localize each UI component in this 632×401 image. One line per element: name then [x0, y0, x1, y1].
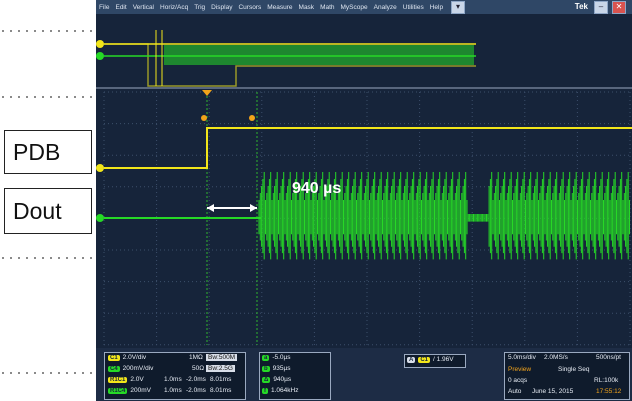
dotted-guide-4	[2, 372, 92, 374]
ov-ch1-marker[interactable]	[96, 40, 104, 48]
ch4-ground-marker[interactable]	[96, 214, 104, 222]
dout-label-text: Dout	[13, 197, 62, 224]
mode-acqs: 0 acqs	[508, 377, 528, 384]
overview-ch4-burst	[164, 45, 474, 65]
r1c4-t3: 8.01ms	[210, 387, 232, 394]
c4-impedance: 50Ω	[192, 365, 205, 372]
cursor-delta-value: 940µs	[273, 376, 292, 383]
c4-scale: 200mV/div	[122, 365, 154, 372]
mode-rl: RL:100k	[594, 377, 619, 384]
r1c4-t2: -2.0ms	[186, 387, 206, 394]
ov-ch4-marker[interactable]	[96, 52, 104, 60]
cursor-b-chip: b	[262, 366, 270, 372]
tb-tdiv: 5.0ms/div	[508, 354, 536, 361]
r1c4-t1: 1.0ms	[164, 387, 182, 394]
cursor-freq-value: 1.064kHz	[271, 387, 299, 394]
arrow-head-left	[207, 204, 214, 212]
ch1-pdb-trace	[104, 127, 632, 169]
pdb-label-text: PDB	[13, 138, 61, 165]
mode-time: 17:55:12	[596, 388, 622, 395]
c4-bandwidth: Bw:2.5G	[206, 365, 235, 372]
trigger-slope-icon: /	[433, 356, 435, 363]
r1c1-t2: -2.0ms	[186, 376, 206, 383]
trigger-level: 1.96V	[436, 356, 454, 363]
cursor-a-chip: a	[262, 355, 270, 361]
dotted-guide-1	[2, 30, 92, 32]
c4-chip[interactable]: C4	[108, 366, 120, 372]
r1c4-v: 200mV	[130, 387, 151, 394]
r1c1-v: 2.0V	[130, 376, 144, 383]
c1-chip[interactable]: C1	[108, 355, 120, 361]
cursor-a-value: -5.0µs	[272, 354, 291, 361]
tb-res: 500ns/pt	[596, 354, 621, 361]
mode-seq: Single Seq	[558, 366, 590, 373]
dout-label: Dout	[4, 188, 92, 234]
delay-annotation: 940 µs	[292, 180, 342, 197]
oscilloscope-window: File Edit Vertical Horiz/Acq Trig Displa…	[96, 0, 632, 401]
status-panel: C1 2.0V/div 1MΩ Bw:500M C4 200mV/div 50Ω B…	[96, 348, 632, 401]
r1c1-t3: 8.01ms	[210, 376, 232, 383]
ch1-ground-marker[interactable]	[96, 164, 104, 172]
trigger-position-marker[interactable]	[202, 90, 212, 96]
tb-rate: 2.0MS/s	[544, 354, 568, 361]
c1-bandwidth: Bw:500M	[206, 354, 238, 361]
r1c1-chip[interactable]: R1C1	[108, 377, 128, 383]
mode-date: June 15, 2015	[532, 388, 574, 395]
trigger-source-chip: C1	[418, 357, 431, 363]
mode-preview: Preview	[508, 366, 532, 373]
cursor-b-marker[interactable]	[249, 115, 255, 121]
pdb-label: PDB	[4, 130, 92, 174]
cursor-freq-chip: f	[262, 388, 268, 394]
cursor-delta-chip: Δ	[262, 377, 271, 383]
cursor-a-marker[interactable]	[201, 115, 207, 121]
r1c4-chip[interactable]: R1C4	[108, 388, 128, 394]
mode-auto: Auto	[508, 388, 522, 395]
dotted-guide-2	[2, 96, 92, 98]
c1-scale: 2.0V/div	[122, 354, 147, 361]
c1-impedance: 1MΩ	[189, 354, 203, 361]
trigger-a-chip: A	[407, 357, 416, 363]
r1c1-t1: 1.0ms	[164, 376, 182, 383]
cursor-b-value: 935µs	[272, 365, 291, 372]
zoom-overview	[96, 30, 632, 89]
arrow-head-right	[250, 204, 257, 212]
waveform-display	[96, 30, 632, 346]
dotted-guide-3	[2, 257, 92, 259]
